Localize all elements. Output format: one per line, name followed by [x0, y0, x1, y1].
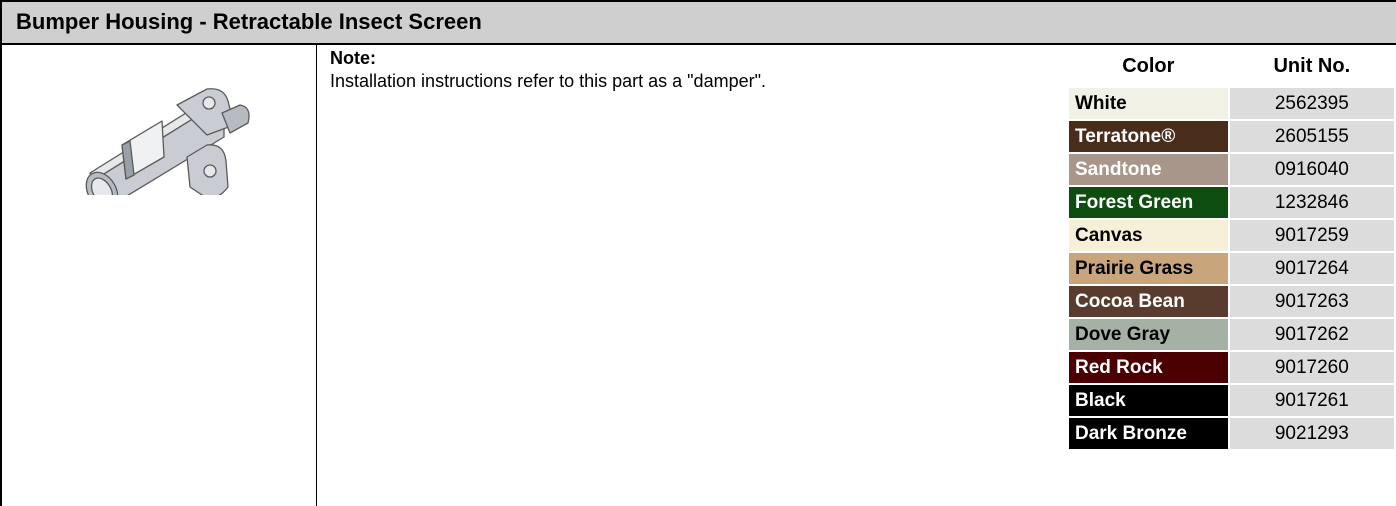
color-name: Cocoa Bean	[1067, 284, 1230, 319]
image-divider	[316, 45, 317, 506]
unit-number: 9017260	[1227, 350, 1396, 385]
color-name: Canvas	[1067, 218, 1230, 253]
unit-column-header: Unit No.	[1228, 46, 1395, 87]
color-name: White	[1067, 86, 1230, 121]
color-row: Terratone® 2605155	[1067, 119, 1396, 154]
color-name: Dove Gray	[1067, 317, 1230, 352]
unit-number: 2562395	[1227, 86, 1396, 121]
note-text: Installation instructions refer to this …	[330, 71, 766, 91]
color-name: Dark Bronze	[1067, 416, 1230, 451]
unit-number: 9017261	[1227, 383, 1396, 418]
unit-number: 2605155	[1227, 119, 1396, 154]
unit-number: 9017264	[1227, 251, 1396, 286]
note-cell: Note: Installation instructions refer to…	[330, 47, 1050, 92]
color-row: Dark Bronze 9021293	[1067, 416, 1396, 451]
color-row: Red Rock 9017260	[1067, 350, 1396, 385]
bumper-housing-part-image	[85, 88, 250, 211]
color-name: Forest Green	[1067, 185, 1230, 220]
color-table: Color Unit No. White 2562395 Terratone® 260…	[1067, 46, 1396, 451]
color-name: Red Rock	[1067, 350, 1230, 385]
color-name: Terratone®	[1067, 119, 1230, 154]
color-table-header: Color Unit No.	[1068, 46, 1395, 87]
unit-number: 9017259	[1227, 218, 1396, 253]
color-row: White 2562395	[1067, 86, 1396, 121]
unit-number: 9017262	[1227, 317, 1396, 352]
section-header: Bumper Housing - Retractable Insect Scre…	[0, 0, 1396, 45]
color-name: Black	[1067, 383, 1230, 418]
section-title: Bumper Housing - Retractable Insect Scre…	[16, 9, 482, 34]
unit-number: 9017263	[1227, 284, 1396, 319]
color-name: Sandtone	[1067, 152, 1230, 187]
color-row: Cocoa Bean 9017263	[1067, 284, 1396, 319]
color-row: Canvas 9017259	[1067, 218, 1396, 253]
color-name: Prairie Grass	[1067, 251, 1230, 286]
unit-number: 1232846	[1227, 185, 1396, 220]
part-image-cell	[2, 45, 316, 506]
unit-number: 0916040	[1227, 152, 1396, 187]
color-row: Black 9017261	[1067, 383, 1396, 418]
color-row: Dove Gray 9017262	[1067, 317, 1396, 352]
color-row: Sandtone 0916040	[1067, 152, 1396, 187]
color-row: Prairie Grass 9017264	[1067, 251, 1396, 286]
color-column-header: Color	[1068, 46, 1229, 87]
note-label: Note:	[330, 48, 376, 68]
unit-number: 9021293	[1227, 416, 1396, 451]
color-row: Forest Green 1232846	[1067, 185, 1396, 220]
